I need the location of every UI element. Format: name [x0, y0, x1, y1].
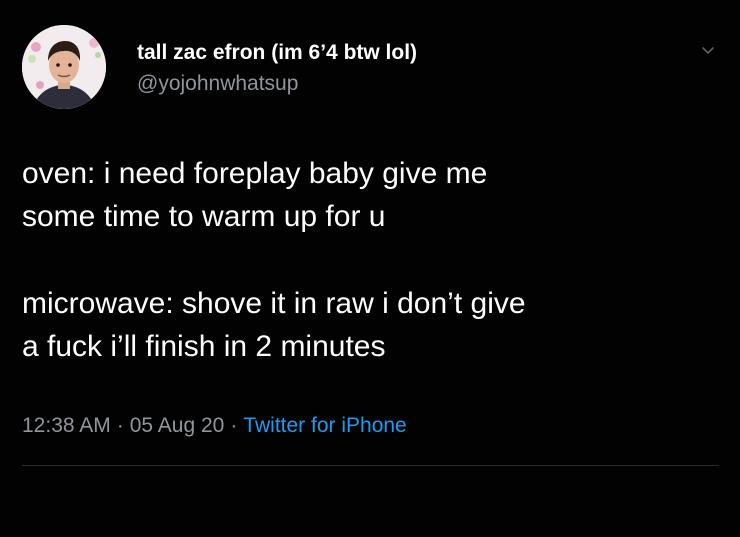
tweet-date[interactable]: 05 Aug 20	[130, 414, 225, 437]
tweet-meta: 12:38 AM · 05 Aug 20 · Twitter for iPhone	[22, 412, 407, 440]
divider	[22, 465, 719, 466]
tweet-text: oven: i need foreplay baby give me some …	[22, 152, 722, 368]
display-name[interactable]: tall zac efron (im 6’4 btw lol)	[137, 40, 417, 66]
tweet-source-link[interactable]: Twitter for iPhone	[243, 414, 406, 437]
tweet-time[interactable]: 12:38 AM	[22, 414, 111, 437]
tweet-paragraph: microwave: shove it in raw i don’t give …	[22, 287, 526, 363]
user-handle[interactable]: @yojohnwhatsup	[137, 71, 417, 97]
tweet-menu-button[interactable]	[697, 40, 719, 62]
tweet-paragraph: oven: i need foreplay baby give me some …	[22, 157, 488, 233]
profile-photo-icon	[22, 25, 106, 109]
tweet-card: tall zac efron (im 6’4 btw lol) @yojohnw…	[0, 0, 740, 537]
avatar[interactable]	[22, 25, 106, 109]
chevron-down-icon	[702, 47, 714, 54]
author-block[interactable]: tall zac efron (im 6’4 btw lol) @yojohnw…	[137, 40, 417, 97]
meta-separator: ·	[230, 414, 238, 437]
meta-separator: ·	[116, 414, 124, 437]
